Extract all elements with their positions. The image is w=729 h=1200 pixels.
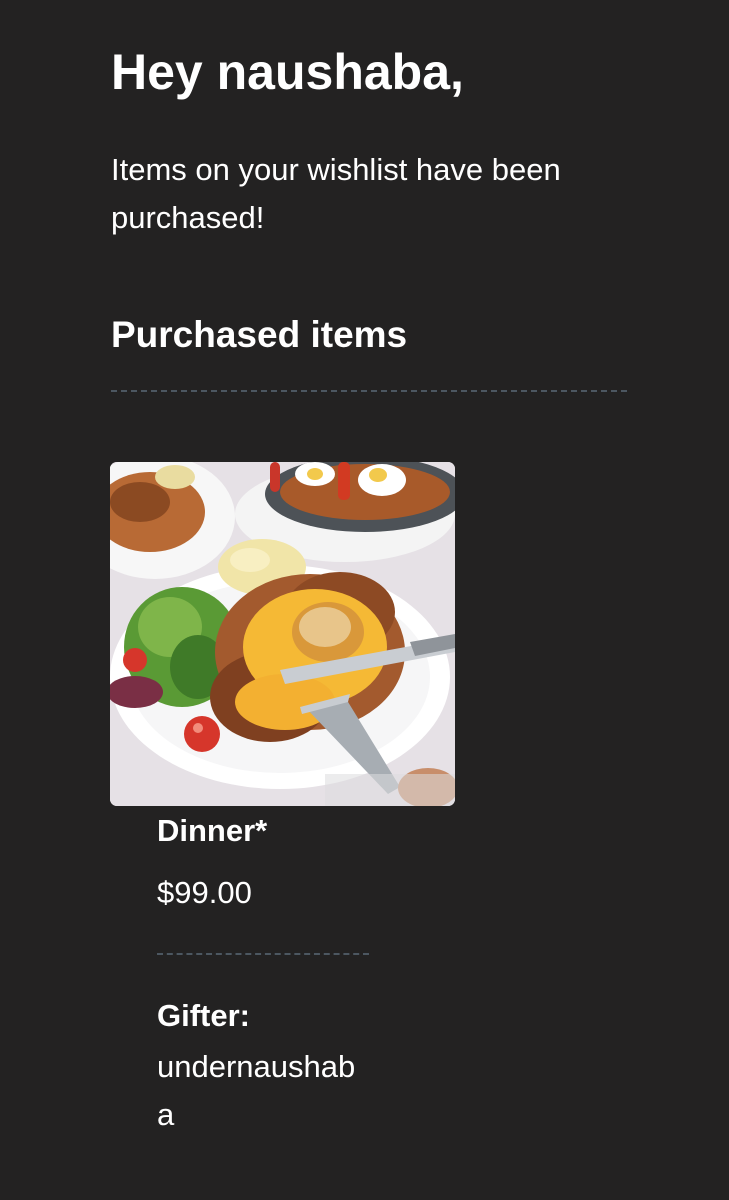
purchased-items-heading: Purchased items [111,314,408,355]
greeting-heading: Hey naushaba, [111,44,464,100]
section-divider [111,390,627,392]
item-image[interactable] [110,462,455,806]
item-name[interactable]: Dinner* [157,810,267,852]
gifter-name: undernaushaba [157,1049,356,1132]
gifter-label: Gifter: [157,998,250,1033]
item-divider [157,953,369,955]
wishlist-intro-text: Items on your wishlist have been purchas… [111,152,561,235]
dinner-photo-icon [110,462,455,806]
item-price: $99.00 [157,875,252,910]
